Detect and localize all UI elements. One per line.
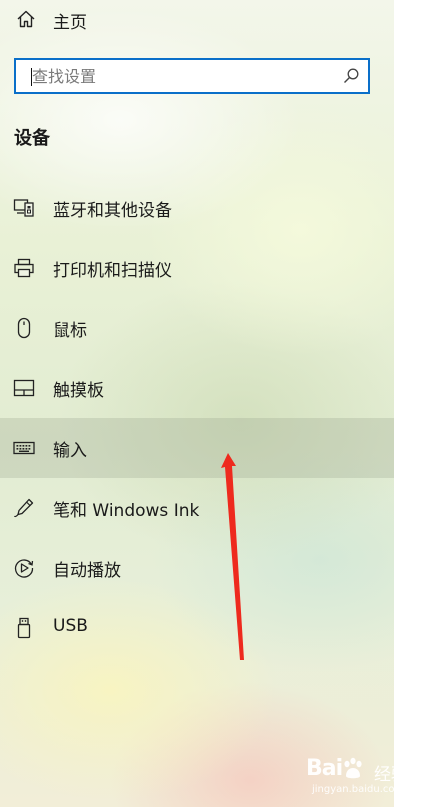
- settings-panel: 主页 设备 蓝牙和其他设备 打印机和扫描仪: [0, 0, 394, 807]
- paw-logo-icon: [344, 757, 362, 779]
- watermark-url: jingyan.baidu.com: [312, 784, 405, 795]
- baidu-watermark: Bai 经验 jingyan.baidu.com: [300, 752, 418, 804]
- watermark-suffix: 经验: [374, 765, 408, 785]
- watermark-brand: Bai: [306, 756, 343, 781]
- annotation-arrow: [221, 453, 244, 660]
